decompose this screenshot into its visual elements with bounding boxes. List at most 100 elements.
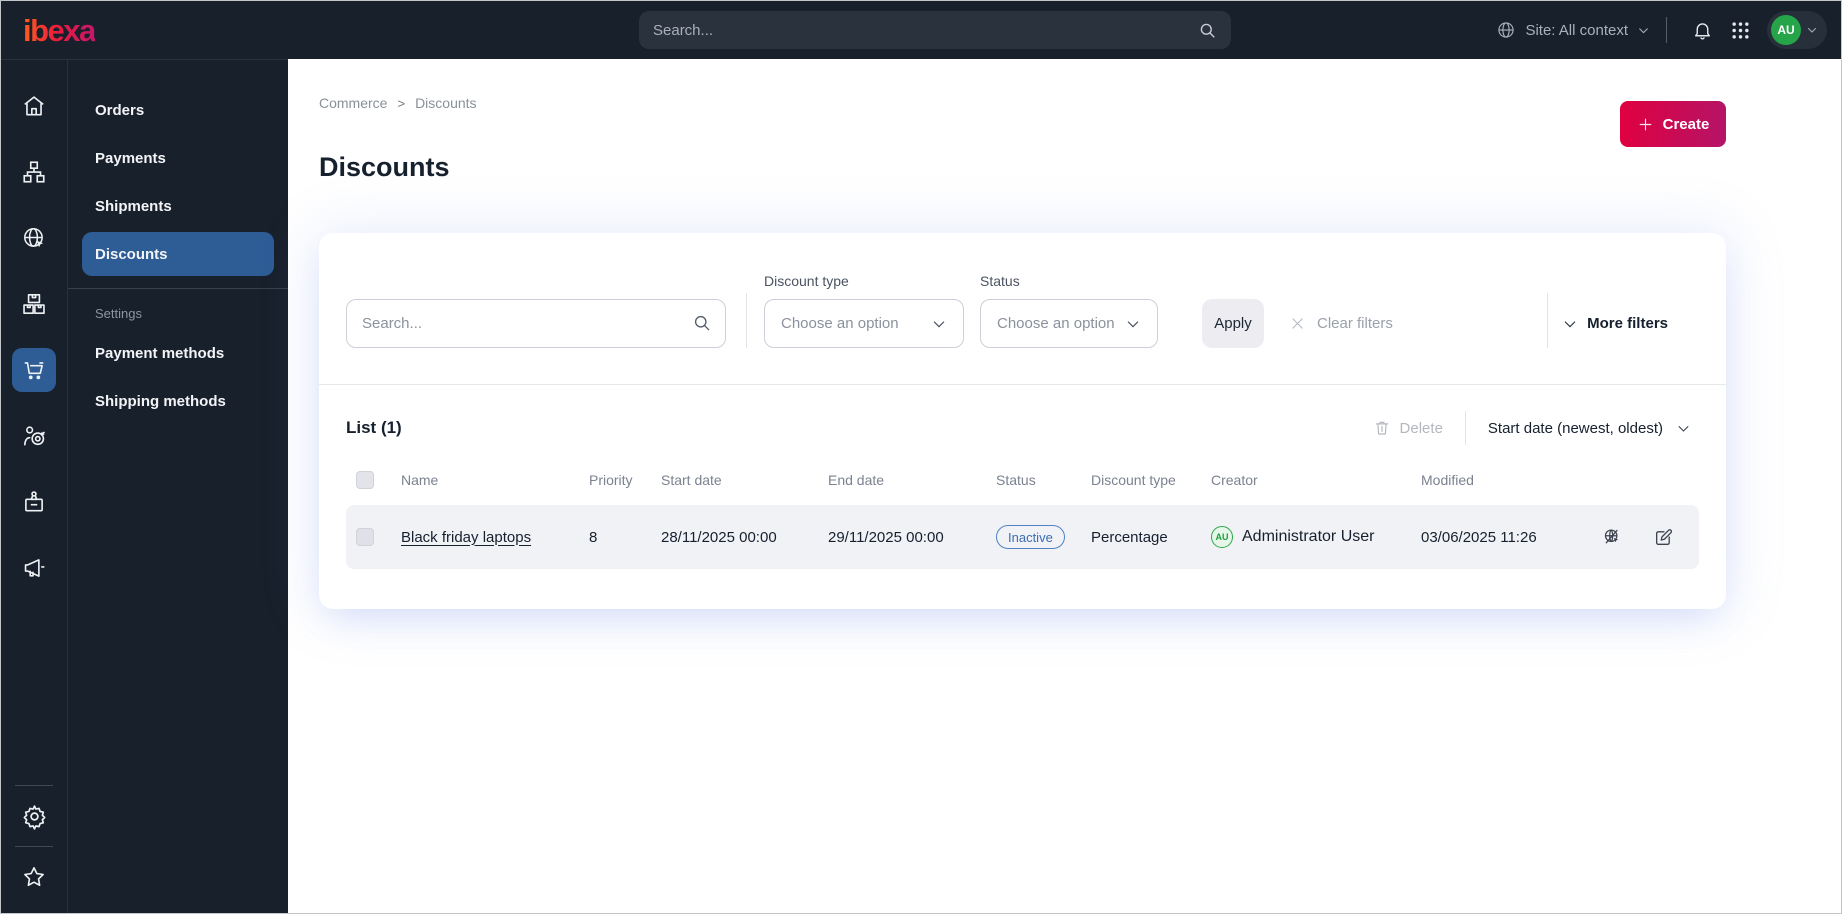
globe-icon [1496,20,1516,40]
commerce-menu-panel: Orders Payments Shipments Discounts Sett… [67,59,288,913]
home-icon [21,93,47,119]
chevron-down-icon [1806,24,1818,36]
discount-type-select[interactable]: Choose an option [764,299,964,348]
discount-type-value: Choose an option [781,315,899,332]
creator-avatar: AU [1211,526,1233,548]
search-icon[interactable] [1198,21,1217,40]
sidebar-item-commerce[interactable] [12,348,56,392]
menu-item-shipping-methods[interactable]: Shipping methods [82,379,274,423]
ibexa-logo[interactable]: ibexa [23,15,96,46]
list-actions: Delete Start date (newest, oldest) [1373,411,1699,445]
delete-button[interactable]: Delete [1373,419,1443,437]
status-value: Choose an option [997,315,1115,332]
table-row: Black friday laptops 8 28/11/2025 00:00 … [346,505,1699,569]
filter-bar: Discount type Choose an option Status Ch… [319,233,1726,385]
create-button[interactable]: Create [1620,101,1726,147]
boxes-icon [21,291,47,317]
global-search[interactable] [639,11,1231,49]
breadcrumb: Commerce > Discounts [319,95,477,111]
column-priority: Priority [589,472,633,488]
sort-dropdown[interactable]: Start date (newest, oldest) [1488,420,1691,437]
filter-search-input[interactable] [346,299,726,348]
sidebar-item-company[interactable] [12,480,56,524]
clear-filters-label: Clear filters [1317,315,1393,332]
clear-filters-button[interactable]: Clear filters [1289,299,1393,348]
filter-divider [1547,293,1549,348]
global-search-input[interactable] [653,21,1198,39]
sidebar-item-content[interactable] [12,150,56,194]
sidebar-item-marketing[interactable] [12,546,56,590]
topbar-right-cluster: Site: All context AU [1496,1,1827,59]
cart-icon [21,357,47,383]
row-actions [1596,527,1699,548]
gear-icon [21,803,48,830]
cell-modified: 03/06/2025 11:26 [1421,528,1537,546]
status-label: Status [980,273,1020,289]
menu-item-shipments[interactable]: Shipments [82,184,274,228]
cell-end-date: 29/11/2025 00:00 [828,528,944,546]
customer-target-icon [21,423,47,449]
select-all-checkbox[interactable] [356,471,374,489]
star-icon [21,864,47,890]
search-icon[interactable] [692,313,712,333]
edit-icon[interactable] [1653,527,1674,548]
status-badge: Inactive [996,525,1065,549]
column-name: Name [401,472,439,488]
app-switcher-button[interactable] [1722,21,1759,40]
column-modified: Modified [1421,472,1474,488]
topbar: ibexa Site: All context [1,1,1841,59]
notifications-button[interactable] [1683,20,1722,41]
rail-divider [15,846,53,847]
table-header: Name Priority Start date End date Status… [346,471,1699,489]
breadcrumb-commerce[interactable]: Commerce [319,95,387,111]
cell-start-date: 28/11/2025 00:00 [661,528,777,546]
user-avatar: AU [1771,15,1801,45]
apply-button[interactable]: Apply [1202,299,1264,348]
sidebar-item-admin[interactable] [12,794,56,838]
delete-button-label: Delete [1399,419,1443,437]
sidebar-item-site[interactable] [12,216,56,260]
grid-dots-icon [1731,21,1750,40]
globe-cursor-icon [21,225,47,251]
menu-item-discounts[interactable]: Discounts [82,232,274,276]
chevron-down-icon [931,316,947,332]
menu-item-label: Orders [95,101,145,119]
menu-item-payment-methods[interactable]: Payment methods [82,331,274,375]
close-icon [1289,315,1306,332]
discount-name-link[interactable]: Black friday laptops [401,529,531,546]
filter-divider [746,293,747,348]
list-title: List (1) [346,418,402,437]
sidebar-item-dashboard[interactable] [12,84,56,128]
user-menu-button[interactable]: AU [1767,11,1827,49]
breadcrumb-separator: > [397,95,406,111]
menu-item-label: Payments [95,149,166,167]
discount-type-label: Discount type [764,273,849,289]
list-header: List (1) Delete Start date (newest, olde… [346,411,1699,445]
menu-section-settings: Settings [95,306,142,321]
site-context-button[interactable]: Site: All context [1496,20,1650,40]
badge-icon [21,489,47,515]
bell-icon [1692,20,1713,41]
column-creator: Creator [1211,472,1258,488]
menu-item-label: Discounts [95,245,168,263]
more-filters-button[interactable]: More filters [1562,299,1668,348]
chevron-down-icon [1676,421,1691,436]
site-context-label: Site: All context [1525,21,1628,39]
discounts-list: List (1) Delete Start date (newest, olde… [319,385,1726,609]
chevron-down-icon [1637,24,1650,37]
sidebar-item-bookmarks[interactable] [12,855,56,899]
breadcrumb-discounts[interactable]: Discounts [415,95,476,111]
preview-disabled-icon[interactable] [1602,527,1623,548]
status-select[interactable]: Choose an option [980,299,1158,348]
sort-label: Start date (newest, oldest) [1487,419,1663,437]
row-checkbox[interactable] [356,528,374,546]
menu-item-payments[interactable]: Payments [82,136,274,180]
menu-item-orders[interactable]: Orders [82,88,274,132]
cell-discount-type: Percentage [1091,528,1168,546]
sidebar-item-customers[interactable] [12,414,56,458]
sidebar-item-products[interactable] [12,282,56,326]
megaphone-icon [21,555,47,581]
discounts-card: Discount type Choose an option Status Ch… [319,233,1726,609]
chevron-down-icon [1562,316,1578,332]
filter-search[interactable] [346,299,726,348]
